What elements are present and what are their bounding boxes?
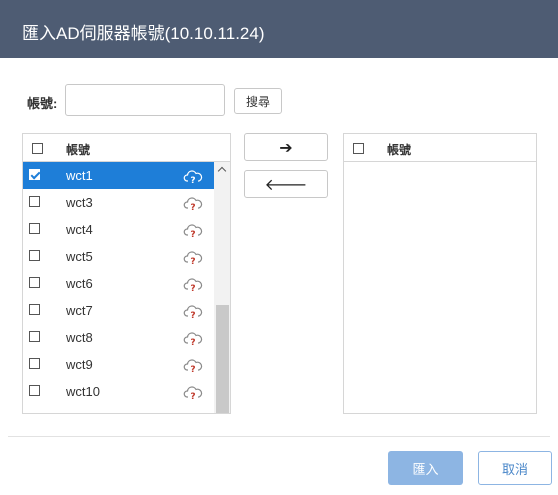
- account-name: wct9: [66, 357, 93, 372]
- move-right-button[interactable]: ➔: [244, 133, 328, 161]
- available-accounts-list: 帳號 wct1? wct3? wct4? wct5? wct6? wct7? wct8? wc…: [22, 133, 231, 414]
- account-name: wct6: [66, 276, 93, 291]
- list-item[interactable]: wct6?: [23, 270, 230, 297]
- list-item[interactable]: wct8?: [23, 324, 230, 351]
- selected-list-header-label: 帳號: [387, 143, 412, 157]
- row-checkbox[interactable]: [29, 304, 40, 315]
- dialog-title: 匯入AD伺服器帳號(10.10.11.24): [22, 24, 265, 43]
- footer-divider: [8, 436, 550, 437]
- cloud-unknown-icon: ?: [183, 251, 203, 265]
- svg-text:?: ?: [190, 176, 195, 184]
- svg-text:?: ?: [190, 257, 195, 265]
- row-checkbox[interactable]: [29, 358, 40, 369]
- scrollbar-thumb[interactable]: [216, 305, 229, 413]
- account-name: wct7: [66, 303, 93, 318]
- account-name: wct10: [66, 384, 100, 399]
- account-name: wct4: [66, 222, 93, 237]
- account-name: wct5: [66, 249, 93, 264]
- svg-text:?: ?: [190, 284, 195, 292]
- row-checkbox[interactable]: [29, 196, 40, 207]
- account-name: wct8: [66, 330, 93, 345]
- arrow-right-icon: ➔: [279, 137, 293, 157]
- cloud-unknown-icon: ?: [183, 305, 203, 319]
- cloud-unknown-icon: ?: [183, 359, 203, 373]
- svg-text:?: ?: [190, 203, 195, 211]
- select-all-selected-checkbox[interactable]: [353, 143, 364, 154]
- cloud-unknown-icon: ?: [183, 197, 203, 211]
- list-item[interactable]: wct1?: [23, 162, 230, 189]
- available-list-header: 帳號: [23, 134, 230, 162]
- row-checkbox[interactable]: [29, 385, 40, 396]
- arrow-left-icon: 🡐: [264, 175, 308, 194]
- available-rows: wct1? wct3? wct4? wct5? wct6? wct7? wct8? wct9?…: [23, 162, 230, 405]
- row-checkbox[interactable]: [29, 277, 40, 288]
- svg-text:?: ?: [190, 338, 195, 346]
- available-list-header-label: 帳號: [66, 143, 91, 157]
- selected-list-header: 帳號: [344, 134, 536, 162]
- cloud-unknown-icon: ?: [183, 332, 203, 346]
- search-button[interactable]: 搜尋: [234, 88, 282, 114]
- list-item[interactable]: wct7?: [23, 297, 230, 324]
- cloud-unknown-icon: ?: [183, 278, 203, 292]
- svg-text:?: ?: [190, 230, 195, 238]
- selected-accounts-list: 帳號: [343, 133, 537, 414]
- cancel-button[interactable]: 取消: [478, 451, 552, 485]
- select-all-available-checkbox[interactable]: [32, 143, 43, 154]
- account-name: wct3: [66, 195, 93, 210]
- scroll-up-arrow-icon[interactable]: [214, 162, 230, 176]
- move-left-button[interactable]: 🡐: [244, 170, 328, 198]
- svg-text:?: ?: [190, 365, 195, 373]
- account-search-input[interactable]: [65, 84, 225, 116]
- list-item[interactable]: wct10?: [23, 378, 230, 405]
- cloud-unknown-icon: ?: [183, 170, 203, 184]
- cloud-unknown-icon: ?: [183, 224, 203, 238]
- svg-text:?: ?: [190, 392, 195, 400]
- dialog-titlebar: 匯入AD伺服器帳號(10.10.11.24): [0, 0, 558, 58]
- import-button[interactable]: 匯入: [388, 451, 463, 485]
- row-checkbox[interactable]: [29, 331, 40, 342]
- list-item[interactable]: wct3?: [23, 189, 230, 216]
- list-item[interactable]: wct9?: [23, 351, 230, 378]
- list-item[interactable]: wct5?: [23, 243, 230, 270]
- row-checkbox[interactable]: [29, 250, 40, 261]
- available-list-scrollbar[interactable]: [214, 162, 230, 413]
- account-name: wct1: [66, 168, 93, 183]
- account-search-label: 帳號:: [27, 96, 58, 111]
- cloud-unknown-icon: ?: [183, 386, 203, 400]
- row-checkbox[interactable]: [29, 223, 40, 234]
- list-item[interactable]: wct4?: [23, 216, 230, 243]
- svg-text:?: ?: [190, 311, 195, 319]
- row-checkbox[interactable]: [29, 169, 40, 180]
